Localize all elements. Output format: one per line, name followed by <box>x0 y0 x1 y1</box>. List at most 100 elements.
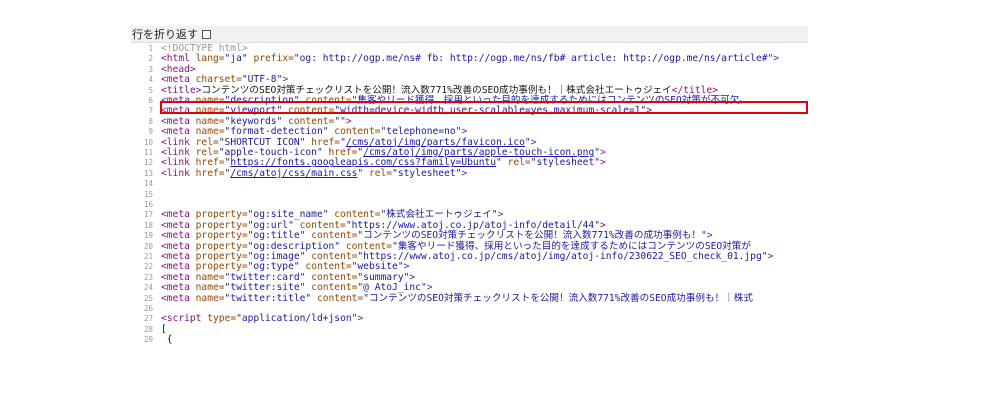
code-line: 26 <box>131 304 161 314</box>
source-toolbar: 行を折り返す <box>131 26 808 43</box>
code-token: content= <box>311 251 358 262</box>
code-token: "stylesheet" <box>530 157 601 169</box>
code-token: <meta <box>161 115 196 127</box>
code-token: <meta <box>161 261 196 273</box>
code-token: <meta <box>161 271 196 283</box>
code-token: <meta <box>161 292 196 304</box>
code-token: <meta <box>161 282 196 294</box>
code-token: "telephone=no" <box>380 126 462 138</box>
line-number: 15 <box>143 189 153 199</box>
wrap-lines-label: 行を折り返す <box>132 28 198 41</box>
code-token: "集客やリード獲得、採用といった目的を達成するためにはコンテンツのSEO対策が不… <box>351 95 749 106</box>
code-token: name= <box>195 126 225 138</box>
code-token: "https://www.atoj.co.jp/cms/atoj/img/ato… <box>357 251 768 262</box>
code-token: > <box>461 126 468 138</box>
code-token: "summary" <box>357 271 410 283</box>
line-number: 26 <box>143 304 153 313</box>
code-token: <meta <box>161 74 196 86</box>
code-token: > <box>773 53 780 65</box>
code-token: content= <box>334 209 381 221</box>
code-token: "株式会社エートゥジェイ" <box>380 209 498 221</box>
line-number: 3 <box>148 64 153 74</box>
line-number: 19 <box>143 231 153 241</box>
code-token: "twitter:title" <box>224 292 317 304</box>
code-token: property= <box>195 251 248 262</box>
line-number: 14 <box>143 179 153 189</box>
code-token: <link <box>161 147 196 158</box>
line-number: 29 <box>143 335 153 345</box>
code-token: name= <box>195 271 225 283</box>
code-token: name= <box>195 115 225 127</box>
line-number: 5 <box>148 85 153 95</box>
code-line: 29 { <box>131 334 173 345</box>
code-token: content= <box>345 240 393 252</box>
code-token: > <box>409 271 416 283</box>
wrap-lines-checkbox[interactable] <box>202 29 211 39</box>
code-token: type= <box>207 313 237 325</box>
code-token: "" <box>334 115 346 127</box>
code-token: > <box>600 157 606 169</box>
code-token: charset= <box>195 74 242 86</box>
line-number: 6 <box>148 96 153 105</box>
code-token: content= <box>288 105 335 117</box>
code-token: content= <box>305 261 352 273</box>
code-token: <meta <box>161 95 196 106</box>
code-token: > <box>282 74 289 86</box>
line-number: 4 <box>148 75 153 85</box>
code-link[interactable]: https://fonts.googleapis.com/css?family=… <box>230 157 496 168</box>
code-token: <meta <box>161 230 196 242</box>
code-token: "コンテンツのSEO対策チェックリストを公開！流入数771%改善のSEO成功事例… <box>363 292 753 304</box>
code-token: <head> <box>161 63 196 75</box>
code-token: > <box>426 282 433 294</box>
code-token: > <box>497 209 504 221</box>
code-token: property= <box>195 240 248 252</box>
line-number: 23 <box>143 272 153 282</box>
code-token: > <box>530 136 537 148</box>
code-token: content= <box>311 230 358 242</box>
code-token: name= <box>195 105 225 117</box>
code-token: prefix= <box>253 53 294 65</box>
code-token: </title> <box>671 84 718 96</box>
code-link[interactable]: /cms/atoj/css/main.css <box>230 168 357 179</box>
code-token: property= <box>195 261 248 273</box>
code-token: "ja" <box>224 53 254 65</box>
code-token: property= <box>195 209 248 221</box>
code-token: <script <box>161 313 208 325</box>
code-token: rel= <box>195 147 219 158</box>
line-number: 1 <box>148 44 153 53</box>
code-token: "description" <box>224 95 306 106</box>
code-token: href= <box>328 147 358 158</box>
line-number: 10 <box>143 137 153 147</box>
code-token: <html <box>161 53 196 65</box>
code-token: " <box>496 157 508 169</box>
code-token: > <box>600 147 606 158</box>
code-token: <meta <box>161 209 196 221</box>
code-token: > <box>767 251 774 262</box>
code-token: <link <box>161 136 196 148</box>
code-token: > <box>357 313 364 325</box>
code-token: <link <box>161 157 196 169</box>
line-number: 13 <box>143 168 153 178</box>
code-link[interactable]: /cms/atoj/img/parts/apple-touch-icon.png <box>363 147 594 158</box>
code-line: 13 <link href="/cms/atoj/css/main.css" re… <box>131 167 467 179</box>
code-token: <!DOCTYPE html> <box>161 43 248 54</box>
code-token: "application/ld+json" <box>236 313 358 325</box>
code-token: rel= <box>507 157 531 169</box>
code-token: "format-detection" <box>224 126 335 138</box>
line-number: 28 <box>143 324 153 334</box>
line-number: 11 <box>143 148 153 157</box>
code-link[interactable]: /cms/atoj/img/parts/favicon.ico <box>346 137 525 148</box>
code-line: 16 <box>131 200 161 210</box>
code-line: 2 <html lang="ja" prefix="og: http://ogp.… <box>131 54 779 64</box>
code-token: "SHORTCUT ICON" <box>218 136 312 148</box>
code-token: > <box>706 230 713 242</box>
code-token: " <box>357 167 369 179</box>
code-token: "og:description" <box>247 240 346 252</box>
code-token: > <box>345 115 352 127</box>
code-token: rel= <box>195 136 219 148</box>
line-number: 27 <box>143 314 153 324</box>
code-token: "viewport" <box>224 105 289 117</box>
source-code-viewer[interactable]: 1 <!DOCTYPE html> 2 <html lang="ja" prefix=… <box>131 43 808 365</box>
code-token: "apple-touch-icon" <box>218 147 329 158</box>
code-token: <meta <box>161 105 196 117</box>
